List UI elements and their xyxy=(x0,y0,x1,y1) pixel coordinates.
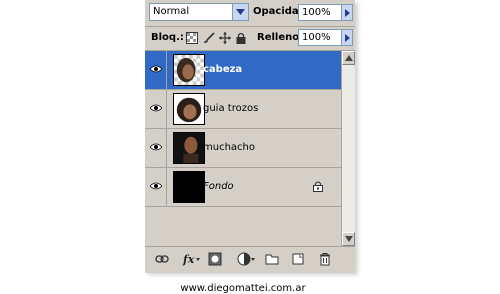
link-layers-icon[interactable] xyxy=(155,252,169,266)
layer-row-fondo[interactable]: Fondo xyxy=(145,168,341,207)
new-group-folder-icon[interactable] xyxy=(265,252,279,266)
layer-name: cabeza xyxy=(203,64,243,75)
layer-thumbnail-fondo xyxy=(173,171,205,203)
layer-row-cabeza[interactable]: cabeza xyxy=(145,51,341,90)
layer-locked-icon xyxy=(313,181,323,192)
layer-thumbnail-muchacho xyxy=(173,132,205,164)
layers-panel: Normal Opacidad: 100% Bloq.: Relleno: 10… xyxy=(145,0,355,294)
blend-row: Normal Opacidad: 100% xyxy=(145,0,355,27)
fill-input[interactable]: 100% xyxy=(298,29,342,46)
fill-label: Relleno: xyxy=(257,32,304,43)
scroll-down-arrow-icon[interactable] xyxy=(342,232,355,246)
layer-name: muchacho xyxy=(203,142,255,153)
visibility-eye-icon[interactable] xyxy=(145,168,167,206)
new-layer-icon[interactable] xyxy=(291,252,305,266)
svg-text:fx: fx xyxy=(182,253,195,266)
lock-transparency-icon[interactable] xyxy=(186,32,198,44)
blend-mode-select[interactable]: Normal xyxy=(149,3,249,21)
visibility-eye-icon[interactable] xyxy=(145,51,167,89)
blend-mode-value: Normal xyxy=(153,6,190,17)
layer-row-guia-trozos[interactable]: guia trozos xyxy=(145,90,341,129)
layers-list: cabeza guia trozos muchacho Fondo www.di… xyxy=(145,51,341,294)
lock-image-brush-icon[interactable] xyxy=(203,32,215,44)
chevron-down-icon[interactable] xyxy=(232,4,248,20)
adjustment-layer-icon[interactable] xyxy=(237,252,255,266)
watermark-text: www.diegomattei.com.ar xyxy=(180,283,306,294)
layers-bottom-toolbar: fx xyxy=(145,246,355,273)
visibility-eye-icon[interactable] xyxy=(145,129,167,167)
opacity-slider-button[interactable] xyxy=(341,4,353,21)
layer-row-muchacho[interactable]: muchacho xyxy=(145,129,341,168)
lock-label: Bloq.: xyxy=(151,32,184,43)
fill-slider-button[interactable] xyxy=(341,29,353,46)
layer-thumbnail-cabeza xyxy=(173,54,205,86)
layers-scrollbar[interactable] xyxy=(341,51,355,246)
lock-all-icon[interactable] xyxy=(235,32,247,44)
visibility-eye-icon[interactable] xyxy=(145,90,167,128)
scroll-up-arrow-icon[interactable] xyxy=(342,51,355,65)
opacity-input[interactable]: 100% xyxy=(298,4,342,21)
delete-layer-trash-icon[interactable] xyxy=(318,252,332,266)
add-layer-mask-icon[interactable] xyxy=(208,252,222,266)
lock-position-move-icon[interactable] xyxy=(219,32,231,44)
layer-name: Fondo xyxy=(203,181,234,192)
layer-thumbnail-guia-trozos xyxy=(173,93,205,125)
layer-style-fx-icon[interactable]: fx xyxy=(182,252,200,266)
layer-name: guia trozos xyxy=(203,103,259,114)
